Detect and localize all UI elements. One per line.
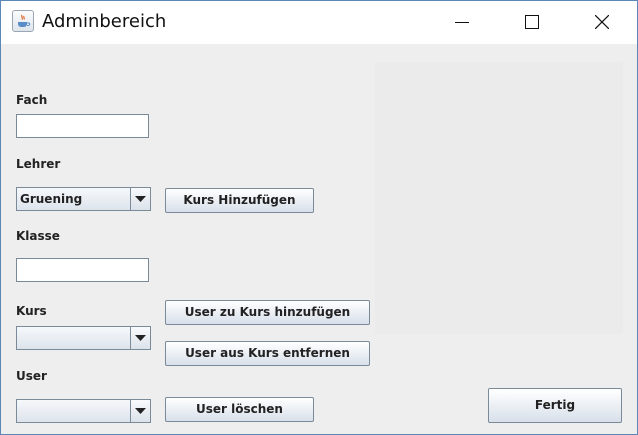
minimize-button[interactable]: [439, 1, 485, 44]
content-panel: [375, 62, 623, 334]
title-bar[interactable]: Adminbereich: [1, 1, 637, 44]
user-zu-kurs-button[interactable]: User zu Kurs hinzufügen: [165, 300, 370, 325]
lehrer-selected-value: Gruening: [20, 192, 83, 206]
close-button[interactable]: [579, 1, 625, 44]
maximize-button[interactable]: [509, 1, 555, 44]
maximize-icon: [525, 15, 539, 29]
fach-label: Fach: [16, 93, 48, 107]
fach-field[interactable]: [16, 114, 149, 138]
kurs-combobox[interactable]: [16, 326, 151, 350]
chevron-down-icon: [135, 408, 146, 414]
user-dropdown-button[interactable]: [130, 400, 150, 422]
minimize-icon: [455, 22, 469, 23]
lehrer-combobox[interactable]: Gruening: [16, 187, 151, 211]
kurs-dropdown-button[interactable]: [130, 327, 150, 349]
admin-window: Adminbereich Fach Lehrer Gruening Kurs H…: [0, 0, 638, 435]
kurs-hinzufuegen-button[interactable]: Kurs Hinzufügen: [165, 188, 314, 213]
chevron-down-icon: [135, 196, 146, 202]
klasse-label: Klasse: [16, 229, 60, 243]
window-title: Adminbereich: [42, 11, 167, 32]
kurs-label: Kurs: [16, 304, 47, 318]
user-combobox[interactable]: [16, 399, 151, 423]
lehrer-label: Lehrer: [16, 157, 61, 171]
fertig-button[interactable]: Fertig: [488, 388, 622, 423]
user-aus-kurs-button[interactable]: User aus Kurs entfernen: [165, 341, 370, 366]
klasse-field[interactable]: [16, 258, 149, 282]
user-loeschen-button[interactable]: User löschen: [165, 397, 314, 422]
user-label: User: [16, 369, 47, 383]
chevron-down-icon: [135, 335, 146, 341]
close-icon: [595, 15, 609, 29]
lehrer-dropdown-button[interactable]: [130, 188, 150, 210]
java-cup-icon: [12, 10, 34, 32]
